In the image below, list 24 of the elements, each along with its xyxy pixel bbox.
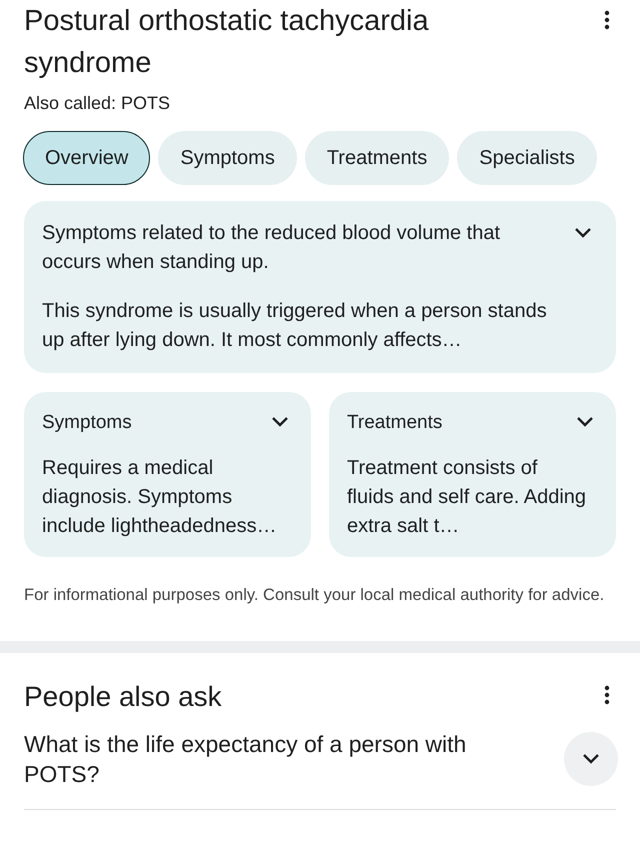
more-options-icon <box>604 685 610 705</box>
chevron-down-icon <box>576 416 594 428</box>
overview-card[interactable]: Symptoms related to the reduced blood volume that occurs when standing up. This syndrome is usually triggered when a person stands up after lying down. It most commonly affects… <box>24 201 616 373</box>
chevron-down-icon <box>271 416 289 428</box>
chevron-down-icon <box>574 227 592 239</box>
summary-text: Symptoms related to the reduced blood volume that occurs when standing up. <box>42 221 502 275</box>
info-card[interactable]: Treatments Treatment consists of fluids and self care. Adding extra salt t… <box>329 392 616 557</box>
tab[interactable]: Overview <box>23 131 150 185</box>
alias-text: Also called: POTS <box>24 93 172 114</box>
tab[interactable]: Specialists <box>457 131 597 185</box>
tab[interactable]: Symptoms <box>158 131 297 185</box>
card-text: Treatment consists of fluids and self care. Adding extra salt t… <box>347 456 587 539</box>
card-title: Treatments <box>347 411 442 435</box>
chevron-down-icon <box>582 753 600 765</box>
card-text: Requires a medical diagnosis. Symptoms include lightheadedness… <box>42 456 278 539</box>
more-options-icon <box>604 10 610 30</box>
section-title: People also ask <box>24 680 222 714</box>
question-text: What is the life expectancy of a person with POTS? <box>24 730 468 789</box>
info-card[interactable]: Symptoms Requires a medical diagnosis. Symptoms include lightheadedness… <box>24 392 311 557</box>
description-text: This syndrome is usually triggered when a person stands up after lying down. It most commonly affects… <box>42 299 547 353</box>
tab[interactable]: Treatments <box>304 131 450 185</box>
card-title: Symptoms <box>42 411 132 435</box>
page-title: Postural orthostatic tachycardia syndrome <box>24 4 430 81</box>
disclaimer-text: For informational purposes only. Consult your local medical authority for advice. <box>24 585 606 606</box>
